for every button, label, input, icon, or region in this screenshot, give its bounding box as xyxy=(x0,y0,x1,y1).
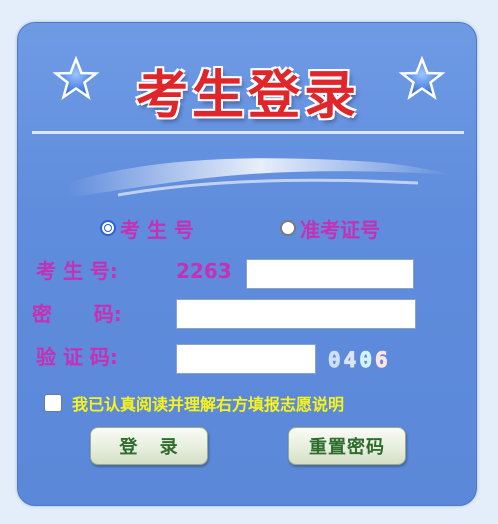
captcha-input[interactable] xyxy=(176,344,316,374)
login-panel: 考生登录 考 生 号 准考证号 考 生 号: 2263 密 码: 验 证 码: … xyxy=(17,22,477,506)
radio-selected-icon[interactable] xyxy=(100,220,116,236)
radio-label: 考 生 号 xyxy=(120,217,194,242)
password-label: 密 码: xyxy=(32,302,122,326)
reset-password-button[interactable]: 重置密码 xyxy=(288,427,406,465)
radio-unselected-icon[interactable] xyxy=(280,220,296,236)
captcha-digit: 0 xyxy=(328,348,342,373)
agreement-row[interactable]: 我已认真阅读并理解右方填报志愿说明 xyxy=(44,391,344,415)
decorative-swoosh xyxy=(68,158,453,197)
login-type-selector: 考 生 号 准考证号 xyxy=(18,215,476,242)
captcha-digit: 0 xyxy=(359,348,373,373)
radio-label: 准考证号 xyxy=(300,217,380,242)
candidate-number-input[interactable] xyxy=(246,259,414,289)
radio-admission-ticket[interactable]: 准考证号 xyxy=(280,215,380,242)
radio-candidate-number[interactable]: 考 生 号 xyxy=(100,215,194,242)
captcha-image[interactable]: 0 4 0 6 xyxy=(328,348,424,373)
star-icon xyxy=(398,55,446,100)
candidate-number-label: 考 生 号: xyxy=(36,259,118,283)
agreement-checkbox[interactable] xyxy=(44,394,62,412)
captcha-label: 验 证 码: xyxy=(36,345,118,369)
password-input[interactable] xyxy=(176,299,416,329)
captcha-digit: 6 xyxy=(374,348,388,373)
agreement-text: 我已认真阅读并理解右方填报志愿说明 xyxy=(72,395,345,414)
divider xyxy=(32,131,464,134)
login-button[interactable]: 登 录 xyxy=(90,427,208,465)
captcha-digit: 4 xyxy=(343,348,357,373)
title-row: 考生登录 xyxy=(18,53,476,126)
candidate-number-prefix: 2263 xyxy=(176,259,232,283)
